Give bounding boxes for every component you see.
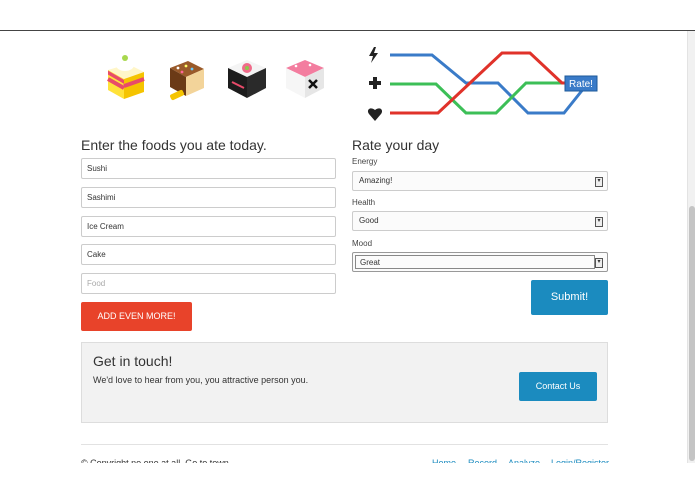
food-input-2[interactable]: Sashimi [81, 187, 336, 208]
food-input-empty[interactable]: Food [81, 273, 336, 294]
viewport-bottom-edge [0, 463, 695, 494]
dropdown-arrow-icon: ▾ [595, 177, 603, 187]
energy-select[interactable]: Amazing! ▾ [352, 171, 608, 191]
scrollbar-thumb[interactable] [689, 206, 695, 461]
submit-button[interactable]: Submit! [531, 280, 608, 315]
add-more-button[interactable]: ADD EVEN MORE! [81, 302, 192, 331]
contact-us-button[interactable]: Contact Us [519, 372, 597, 401]
vertical-scrollbar[interactable] [687, 31, 695, 463]
sashimi-icon [286, 60, 324, 98]
mood-select[interactable]: Great ▾ [352, 252, 608, 272]
health-label: Health [352, 198, 376, 207]
sushi-icon [228, 60, 266, 98]
cake-icon [107, 55, 145, 99]
dropdown-arrow-icon: ▾ [595, 217, 603, 227]
health-value: Good [359, 216, 379, 225]
energy-label: Energy [352, 157, 378, 166]
ice-cream-icon [170, 61, 204, 101]
food-input-1[interactable]: Sushi [81, 158, 336, 179]
mood-value: Great [355, 255, 595, 269]
contact-title: Get in touch! [93, 353, 173, 369]
food-section-title: Enter the foods you ate today. [81, 137, 267, 153]
food-input-4[interactable]: Cake [81, 244, 336, 265]
food-input-3[interactable]: Ice Cream [81, 216, 336, 237]
plus-icon [369, 77, 381, 89]
health-select[interactable]: Good ▾ [352, 211, 608, 231]
rate-badge: Rate! [569, 79, 593, 90]
footer-divider [81, 444, 608, 445]
browser-top-bar [0, 0, 695, 31]
food-illustrations [96, 52, 336, 112]
mood-label: Mood [352, 239, 373, 248]
rate-section-title: Rate your day [352, 137, 440, 153]
contact-text: We'd love to hear from you, you attracti… [93, 375, 309, 385]
energy-value: Amazing! [359, 176, 393, 185]
rating-lines-graphic: Rate! [367, 47, 598, 121]
contact-panel: Get in touch! We'd love to hear from you… [81, 342, 608, 423]
heart-icon [367, 108, 383, 121]
lightning-icon [369, 47, 378, 63]
dropdown-arrow-icon: ▾ [595, 258, 603, 268]
